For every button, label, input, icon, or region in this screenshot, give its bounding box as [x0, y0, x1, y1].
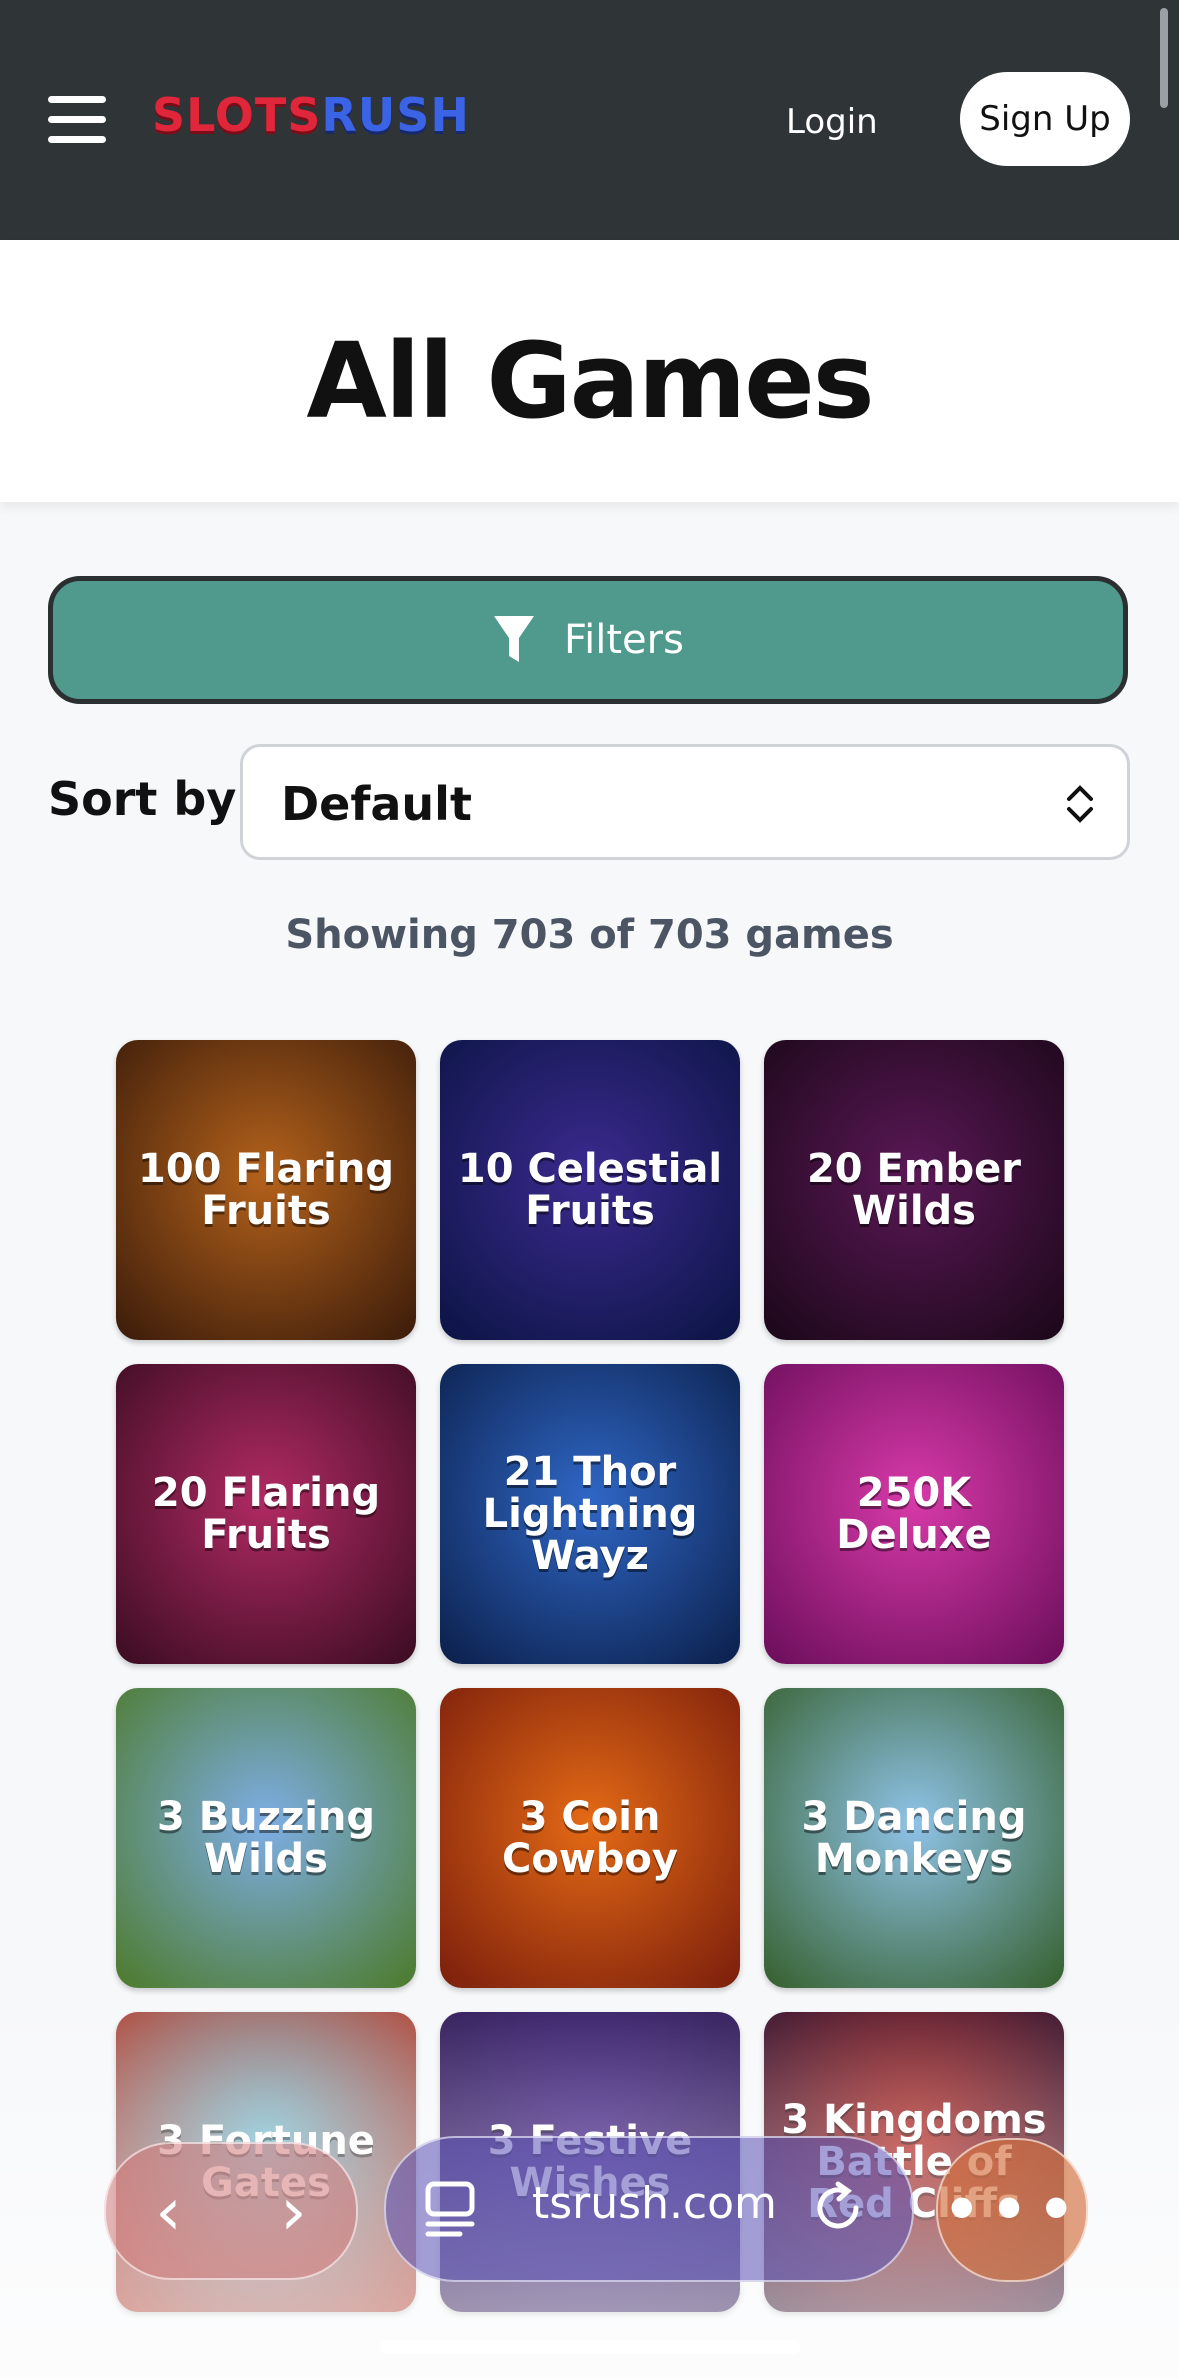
top-navigation-bar: SLOTSRUSH Login Sign Up [0, 0, 1179, 240]
game-title: 20 Ember Wilds [806, 1146, 1022, 1234]
title-section: All Games [0, 240, 1179, 502]
more-options-button[interactable]: ••• [936, 2138, 1088, 2282]
hamburger-menu-icon[interactable] [48, 96, 106, 143]
scrollbar[interactable] [1160, 8, 1168, 108]
sort-selected-value: Default [281, 777, 472, 831]
game-title: 250K Deluxe [836, 1470, 992, 1558]
select-arrows-icon [1067, 785, 1093, 823]
filters-label: Filters [564, 617, 684, 663]
login-link[interactable]: Login [786, 102, 878, 142]
game-tile[interactable]: 250K Deluxe [764, 1364, 1064, 1664]
logo-text-rush: RUSH [321, 88, 470, 142]
game-tile[interactable]: 20 Flaring Fruits [116, 1364, 416, 1664]
game-title: 3 Buzzing Wilds [156, 1794, 376, 1882]
sign-up-button[interactable]: Sign Up [960, 72, 1130, 166]
tabs-icon[interactable] [424, 2180, 476, 2238]
browser-nav-buttons: ‹ › [104, 2142, 358, 2280]
slotsrush-logo[interactable]: SLOTSRUSH [152, 88, 470, 142]
game-tile[interactable]: 10 Celestial Fruits [440, 1040, 740, 1340]
game-title: 3 Dancing Monkeys [801, 1794, 1027, 1882]
game-tile[interactable]: 100 Flaring Fruits [116, 1040, 416, 1340]
filters-button[interactable]: Filters [48, 576, 1128, 704]
back-arrow-icon[interactable]: ‹ [155, 2173, 181, 2250]
game-tile[interactable]: 20 Ember Wilds [764, 1040, 1064, 1340]
game-tile[interactable]: 3 Coin Cowboy [440, 1688, 740, 1988]
filter-funnel-icon [494, 616, 535, 662]
game-tile[interactable]: 3 Buzzing Wilds [116, 1688, 416, 1988]
page-title: All Games [306, 320, 874, 442]
sort-select[interactable]: Default [240, 744, 1130, 860]
home-indicator [380, 2340, 800, 2354]
game-title: 3 Coin Cowboy [502, 1794, 678, 1882]
game-tile[interactable]: 21 Thor Lightning Wayz [440, 1364, 740, 1664]
game-title: 10 Celestial Fruits [457, 1146, 723, 1234]
sort-by-label: Sort by: [48, 772, 255, 826]
logo-text-slots: SLOTS [152, 88, 322, 142]
url-text: tsrush.com [532, 2178, 777, 2229]
address-bar[interactable]: tsrush.com [384, 2136, 914, 2282]
game-title: 100 Flaring Fruits [138, 1146, 394, 1234]
forward-arrow-icon[interactable]: › [280, 2173, 306, 2250]
game-title: 20 Flaring Fruits [151, 1470, 381, 1558]
results-count: Showing 703 of 703 games [285, 912, 894, 958]
game-tile[interactable]: 3 Dancing Monkeys [764, 1688, 1064, 1988]
reload-icon[interactable] [808, 2178, 868, 2238]
game-title: 21 Thor Lightning Wayz [482, 1449, 698, 1579]
